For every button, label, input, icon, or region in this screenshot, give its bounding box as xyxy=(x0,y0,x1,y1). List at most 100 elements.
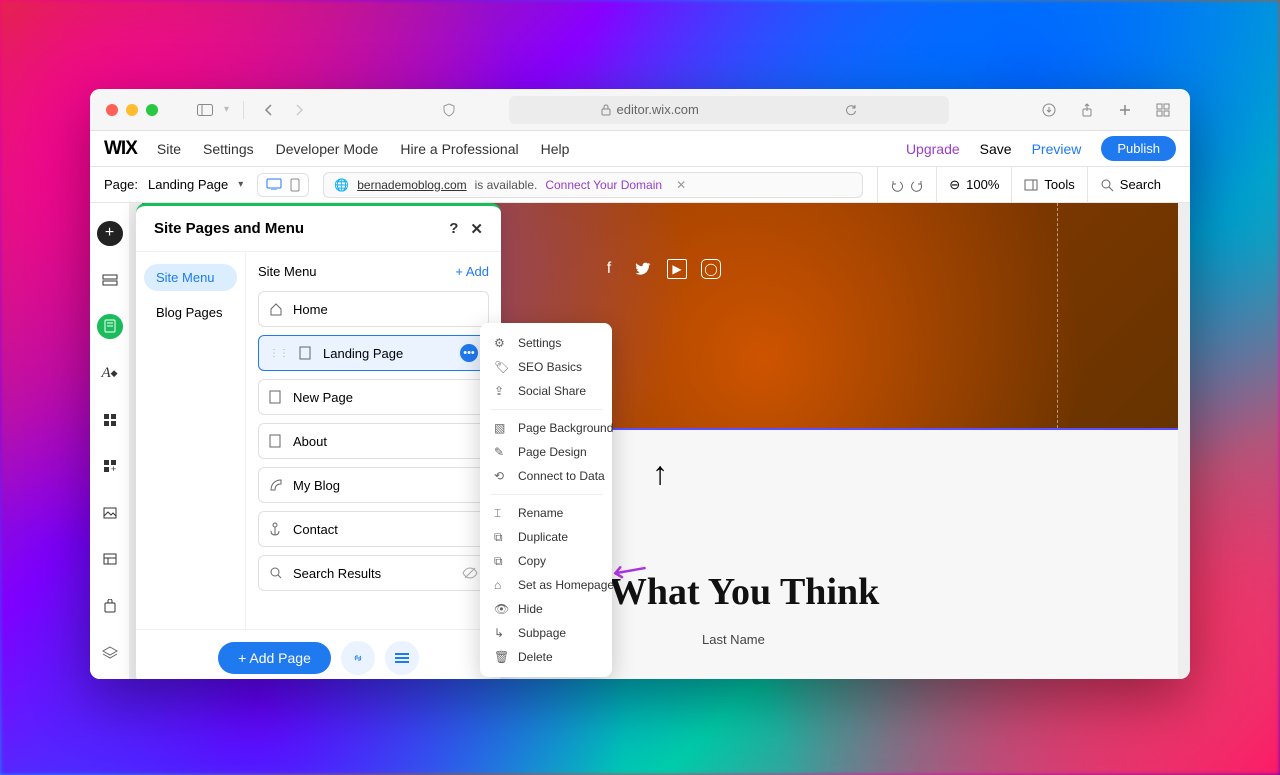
editor-left-rail: + A◆ + xyxy=(90,203,130,679)
page-item-label: About xyxy=(293,434,327,449)
ctx-delete[interactable]: 🗑Delete xyxy=(480,645,612,669)
add-apps-icon[interactable]: + xyxy=(97,454,123,479)
tabs-overview-icon[interactable] xyxy=(1152,99,1174,121)
menu-site[interactable]: Site xyxy=(157,141,181,157)
hidden-icon xyxy=(462,567,478,579)
page-icon xyxy=(269,434,285,448)
sidebar-toggle-icon[interactable] xyxy=(194,99,216,121)
current-page-name: Landing Page xyxy=(148,177,228,192)
page-icon xyxy=(299,346,315,360)
page-item-label: My Blog xyxy=(293,478,340,493)
page-selector[interactable]: Page: Landing Page ▾ xyxy=(104,177,243,192)
svg-text:+: + xyxy=(110,464,115,473)
youtube-icon[interactable]: ▶ xyxy=(667,259,687,279)
lock-icon xyxy=(601,104,611,116)
facebook-icon[interactable]: f xyxy=(599,259,619,279)
ctx-seo-basics[interactable]: 🏷SEO Basics xyxy=(480,355,612,379)
menu-hire[interactable]: Hire a Professional xyxy=(400,141,518,157)
forward-button[interactable] xyxy=(288,99,310,121)
sections-icon[interactable] xyxy=(97,268,123,293)
close-icon[interactable]: ✕ xyxy=(470,220,483,238)
publish-button[interactable]: Publish xyxy=(1101,136,1176,161)
close-window-button[interactable] xyxy=(106,104,118,116)
menu-settings[interactable]: Settings xyxy=(203,141,254,157)
media-icon[interactable] xyxy=(97,501,123,526)
ctx-connect-data[interactable]: ⟲Connect to Data xyxy=(480,464,612,488)
social-icons: f ▶ ◯ xyxy=(599,259,721,279)
ctx-set-homepage[interactable]: ⌂Set as Homepage xyxy=(480,573,612,597)
ctx-rename[interactable]: ⌶Rename xyxy=(480,501,612,525)
minimize-window-button[interactable] xyxy=(126,104,138,116)
desktop-view-icon[interactable] xyxy=(266,178,282,192)
wix-logo[interactable]: WIX xyxy=(104,138,137,160)
close-icon[interactable]: ✕ xyxy=(676,178,686,192)
tools-button[interactable]: Tools xyxy=(1011,167,1074,203)
ctx-settings[interactable]: ⚙Settings xyxy=(480,331,612,355)
business-icon[interactable] xyxy=(97,594,123,619)
content-manager-icon[interactable] xyxy=(97,547,123,572)
domain-available-text: is available. xyxy=(475,178,538,192)
page-item-new-page[interactable]: New Page xyxy=(258,379,489,415)
up-arrow-icon[interactable]: ↑ xyxy=(652,455,668,492)
undo-icon[interactable] xyxy=(890,178,904,192)
search-button[interactable]: Search xyxy=(1087,167,1161,203)
mobile-view-icon[interactable] xyxy=(290,178,300,192)
share-icon: ⇪ xyxy=(494,384,508,398)
more-actions-icon[interactable]: ••• xyxy=(460,344,478,362)
search-label: Search xyxy=(1120,177,1161,192)
ctx-hide[interactable]: 👁Hide xyxy=(480,597,612,621)
blog-icon xyxy=(269,478,285,492)
browser-titlebar: ▾ editor.wix.com xyxy=(90,89,1190,131)
domain-name[interactable]: bernademoblog.com xyxy=(357,178,466,192)
upgrade-link[interactable]: Upgrade xyxy=(906,141,960,157)
apps-icon[interactable] xyxy=(97,407,123,432)
url-text: editor.wix.com xyxy=(617,102,699,117)
menu-help[interactable]: Help xyxy=(541,141,570,157)
save-link[interactable]: Save xyxy=(980,141,1012,157)
share-icon[interactable] xyxy=(1076,99,1098,121)
ctx-duplicate[interactable]: ⧉Duplicate xyxy=(480,525,612,549)
page-item-landing-page[interactable]: ⋮⋮ Landing Page ••• xyxy=(258,335,489,371)
tab-blog-pages[interactable]: Blog Pages xyxy=(144,299,237,326)
chevron-down-icon[interactable]: ▾ xyxy=(224,104,229,115)
preview-link[interactable]: Preview xyxy=(1032,141,1082,157)
layers-icon[interactable] xyxy=(97,640,123,665)
ctx-page-background[interactable]: ▧Page Background xyxy=(480,416,612,440)
redo-icon[interactable] xyxy=(910,178,924,192)
new-tab-icon[interactable] xyxy=(1114,99,1136,121)
twitter-icon[interactable] xyxy=(633,259,653,279)
add-link[interactable]: + Add xyxy=(455,264,489,279)
pages-icon[interactable] xyxy=(97,314,123,339)
editor-canvas: f ▶ ◯ ↑ Me Know What You Think Last Name… xyxy=(90,203,1190,679)
background-icon: ▧ xyxy=(494,421,508,435)
maximize-window-button[interactable] xyxy=(146,104,158,116)
download-icon[interactable] xyxy=(1038,99,1060,121)
design-icon[interactable]: A◆ xyxy=(97,361,123,386)
drag-handle-icon[interactable]: ⋮⋮ xyxy=(269,348,289,359)
page-item-about[interactable]: About xyxy=(258,423,489,459)
page-item-contact[interactable]: Contact xyxy=(258,511,489,547)
back-button[interactable] xyxy=(258,99,280,121)
url-bar[interactable]: editor.wix.com xyxy=(509,96,949,124)
add-page-button[interactable]: + Add Page xyxy=(218,642,331,674)
help-icon[interactable]: ? xyxy=(449,220,458,238)
add-element-icon[interactable]: + xyxy=(97,221,123,246)
ctx-page-design[interactable]: ✎Page Design xyxy=(480,440,612,464)
connect-domain-link[interactable]: Connect Your Domain xyxy=(545,178,662,192)
ctx-social-share[interactable]: ⇪Social Share xyxy=(480,379,612,403)
reload-icon[interactable] xyxy=(845,104,857,116)
page-item-home[interactable]: Home xyxy=(258,291,489,327)
tab-site-menu[interactable]: Site Menu xyxy=(144,264,237,291)
domain-strip: 🌐 bernademoblog.com is available. Connec… xyxy=(323,172,863,198)
ctx-copy[interactable]: ⧉Copy xyxy=(480,549,612,573)
folder-button[interactable] xyxy=(385,641,419,675)
zoom-control[interactable]: ⊖ 100% xyxy=(936,167,999,203)
ctx-subpage[interactable]: ↳Subpage xyxy=(480,621,612,645)
page-item-search-results[interactable]: Search Results xyxy=(258,555,489,591)
shield-icon[interactable] xyxy=(438,99,460,121)
globe-icon: 🌐 xyxy=(334,178,349,192)
instagram-icon[interactable]: ◯ xyxy=(701,259,721,279)
menu-developer-mode[interactable]: Developer Mode xyxy=(276,141,379,157)
page-item-my-blog[interactable]: My Blog xyxy=(258,467,489,503)
link-button[interactable] xyxy=(341,641,375,675)
